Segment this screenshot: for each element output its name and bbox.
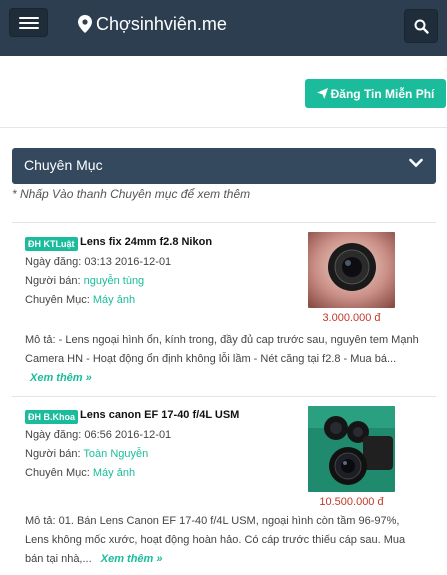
read-more-link[interactable]: Xem thêm »	[101, 553, 163, 565]
date-label: Ngày đăng:	[25, 429, 82, 441]
top-navbar: Chợsinhviên.me	[0, 0, 447, 56]
school-badge: ĐH B.Khoa	[25, 410, 78, 424]
description-line: Camera HN - Hoạt động ổn định không lỗi …	[25, 353, 397, 365]
seller-label: Người bán:	[25, 448, 81, 460]
menu-icon-bar	[19, 17, 39, 19]
menu-toggle-button[interactable]	[9, 8, 48, 37]
chevron-down-icon	[409, 158, 423, 168]
seller-label: Người bán:	[25, 275, 81, 287]
description-line: Lens không mốc xước, hoạt động hoàn hảo.…	[25, 534, 406, 546]
post-button-bar: Đăng Tin Miễn Phí	[0, 56, 447, 128]
paper-plane-icon	[316, 88, 328, 99]
post-free-ad-button[interactable]: Đăng Tin Miễn Phí	[305, 79, 446, 108]
price: 3.000.000 đ	[322, 312, 381, 324]
listing-item: ĐH B.Khoa Lens canon EF 17-40 f/4L USM N…	[12, 396, 436, 575]
category-label: Chuyên Mục:	[25, 294, 90, 306]
description-line: Mô tả: - Lens ngoại hình ổn, kính trong,…	[25, 334, 419, 346]
post-button-label: Đăng Tin Miễn Phí	[330, 86, 435, 101]
category-label: Chuyên Mục:	[25, 467, 90, 479]
product-thumbnail[interactable]	[308, 406, 395, 492]
search-icon	[414, 19, 429, 34]
brand-link[interactable]: Chợsinhviên.me	[78, 12, 227, 36]
menu-icon-bar	[19, 27, 39, 29]
read-more-link[interactable]: Xem thêm »	[30, 372, 92, 384]
menu-icon-bar	[19, 22, 39, 24]
category-toggle-bar[interactable]: Chuyên Mục	[12, 148, 436, 184]
listing-category: Chuyên Mục: Máy ảnh	[25, 467, 135, 479]
description: Mô tả: - Lens ngoại hình ổn, kính trong,…	[25, 331, 425, 388]
date-label: Ngày đăng:	[25, 256, 82, 268]
date-value: 03:13 2016-12-01	[84, 256, 172, 268]
lens-photo	[308, 232, 395, 308]
seller: Người bán: Toàn Nguyễn	[25, 448, 148, 460]
seller-link[interactable]: Toàn Nguyễn	[83, 448, 148, 460]
category-link[interactable]: Máy ảnh	[93, 467, 135, 479]
description-line: Mô tả: 01. Bán Lens Canon EF 17-40 f/4L …	[25, 515, 400, 527]
listing-title[interactable]: Lens fix 24mm f2.8 Nikon	[80, 236, 212, 248]
brand-name: Chợsinhviên.me	[96, 14, 227, 34]
school-badge: ĐH KTLuật	[25, 237, 78, 251]
price: 10.500.000 đ	[319, 496, 384, 508]
seller-link[interactable]: nguyễn tùng	[84, 275, 145, 287]
listing-title[interactable]: Lens canon EF 17-40 f/4L USM	[80, 409, 239, 421]
post-date: Ngày đăng: 06:56 2016-12-01	[25, 429, 171, 441]
date-value: 06:56 2016-12-01	[84, 429, 172, 441]
category-hint: * Nhấp Vào thanh Chuyên mục để xem thêm	[12, 187, 251, 201]
post-date: Ngày đăng: 03:13 2016-12-01	[25, 256, 171, 268]
listing-item: ĐH KTLuật Lens fix 24mm f2.8 Nikon Ngày …	[12, 222, 436, 396]
search-button[interactable]	[404, 9, 438, 43]
listing-category: Chuyên Mục: Máy ảnh	[25, 294, 135, 306]
category-link[interactable]: Máy ảnh	[93, 294, 135, 306]
category-title: Chuyên Mục	[24, 157, 103, 173]
description-line: bán tại nhà,...	[25, 553, 92, 565]
description: Mô tả: 01. Bán Lens Canon EF 17-40 f/4L …	[25, 512, 425, 569]
lens-photo	[308, 406, 395, 492]
product-thumbnail[interactable]	[308, 232, 395, 308]
map-pin-icon	[78, 15, 92, 33]
seller: Người bán: nguyễn tùng	[25, 275, 144, 287]
